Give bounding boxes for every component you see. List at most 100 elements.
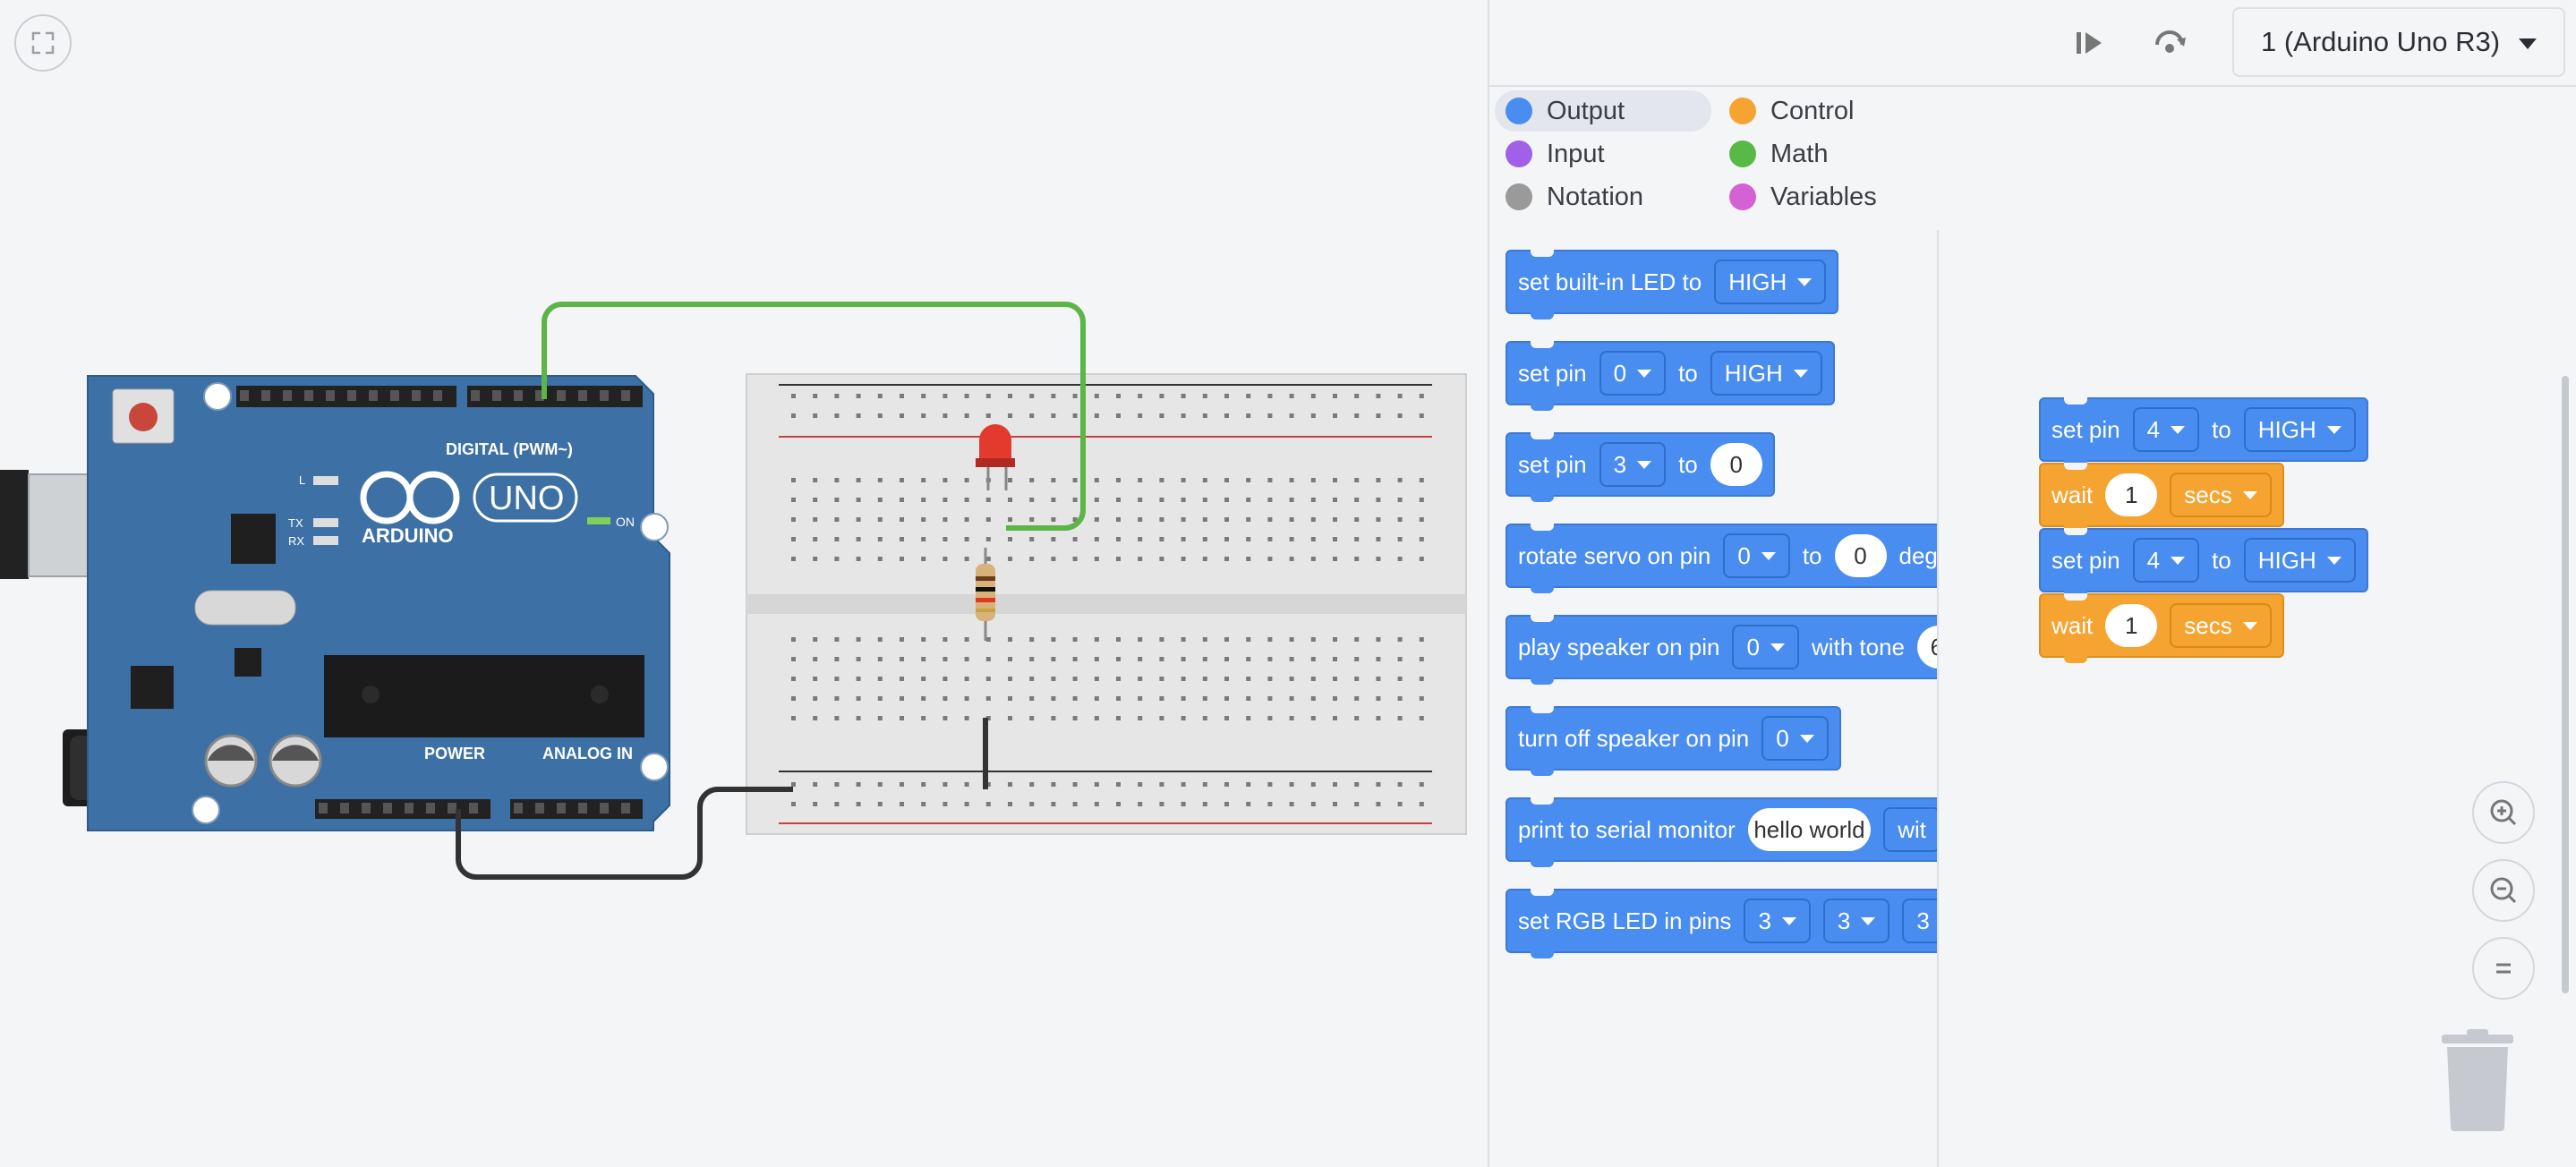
pin-dropdown[interactable]: 0 bbox=[1732, 625, 1799, 669]
block-rotate-servo[interactable]: rotate servo on pin 0 to 0 degr bbox=[1506, 524, 1937, 593]
breadboard-hole bbox=[813, 637, 818, 642]
breadboard-hole bbox=[1159, 413, 1164, 418]
breadboard-hole bbox=[1354, 716, 1360, 720]
breadboard-hole bbox=[877, 677, 883, 681]
unit-dropdown[interactable]: secs bbox=[2170, 603, 2272, 648]
pin-dropdown[interactable]: 3 bbox=[1822, 899, 1890, 943]
dropdown-value: 3 bbox=[1758, 907, 1771, 934]
breadboard[interactable] bbox=[746, 373, 1467, 835]
zoom-in-button[interactable] bbox=[2472, 781, 2535, 844]
breadboard-hole bbox=[1419, 557, 1424, 561]
unit-dropdown[interactable]: secs bbox=[2170, 473, 2272, 517]
block-print-serial[interactable]: print to serial monitor hello world wit bbox=[1506, 797, 1937, 867]
breadboard-hole bbox=[1008, 802, 1012, 806]
pin-dropdown[interactable]: 3 bbox=[1599, 442, 1667, 487]
breadboard-hole bbox=[900, 394, 904, 398]
program-block-wait-2[interactable]: wait 1 secs bbox=[2039, 593, 2284, 663]
breadboard-hole bbox=[1138, 696, 1143, 701]
step-forward-icon[interactable] bbox=[2066, 20, 2112, 66]
breadboard-hole bbox=[1138, 677, 1143, 681]
category-label: Math bbox=[1770, 139, 1829, 168]
program-block-wait-1[interactable]: wait 1 secs bbox=[2039, 463, 2284, 532]
state-dropdown[interactable]: HIGH bbox=[1714, 260, 1827, 304]
header-pin bbox=[557, 803, 566, 813]
restart-icon[interactable] bbox=[2146, 20, 2193, 66]
block-set-pin-state[interactable]: set pin 0 to HIGH bbox=[1506, 341, 1835, 411]
breadboard-hole bbox=[1159, 394, 1164, 398]
newline-dropdown[interactable]: wit bbox=[1883, 807, 1937, 852]
zoom-out-button[interactable] bbox=[2472, 859, 2535, 922]
program-block-set-pin-2[interactable]: set pin 4 to HIGH bbox=[2039, 528, 2368, 598]
block-set-builtin-led[interactable]: set built-in LED to HIGH bbox=[1506, 250, 1839, 319]
breadboard-hole bbox=[1181, 478, 1186, 482]
header-pin bbox=[433, 390, 442, 401]
header-pin bbox=[514, 803, 523, 813]
pin-dropdown[interactable]: 0 bbox=[1599, 351, 1667, 396]
breadboard-hole bbox=[813, 557, 818, 561]
value-input[interactable]: 1 bbox=[2105, 473, 2158, 516]
breadboard-hole bbox=[943, 782, 948, 787]
breadboard-hole bbox=[1159, 677, 1164, 681]
breadboard-hole bbox=[877, 394, 883, 398]
breadboard-hole bbox=[900, 478, 904, 482]
breadboard-hole bbox=[1202, 478, 1207, 482]
breadboard-hole bbox=[921, 537, 926, 541]
block-palette[interactable]: set built-in LED to HIGH set pin 0 to HI… bbox=[1488, 230, 1939, 1167]
block-turn-off-speaker[interactable]: turn off speaker on pin 0 bbox=[1506, 706, 1841, 776]
breadboard-hole bbox=[1159, 557, 1164, 561]
block-set-rgb-led[interactable]: set RGB LED in pins 3 3 3 bbox=[1506, 889, 1937, 958]
category-control[interactable]: Control bbox=[1719, 90, 1915, 132]
circuit-canvas[interactable]: ARDUINO UNO DIGITAL (PWM~) POWER ANALOG … bbox=[0, 0, 1488, 1167]
device-select[interactable]: 1 (Arduino Uno R3) bbox=[2232, 7, 2565, 77]
state-dropdown[interactable]: HIGH bbox=[1710, 351, 1822, 396]
breadboard-hole bbox=[1224, 557, 1229, 561]
value-input[interactable]: 0 bbox=[1710, 443, 1762, 486]
category-output[interactable]: Output bbox=[1495, 90, 1711, 132]
zoom-reset-button[interactable] bbox=[2472, 937, 2535, 1000]
breadboard-hole bbox=[1419, 696, 1424, 701]
breadboard-hole bbox=[921, 677, 926, 681]
breadboard-hole bbox=[834, 394, 840, 398]
breadboard-hole bbox=[813, 802, 818, 806]
breadboard-hole bbox=[834, 498, 840, 502]
pin-dropdown[interactable]: 4 bbox=[2132, 538, 2200, 583]
breadboard-hole bbox=[1029, 802, 1035, 806]
breadboard-hole bbox=[943, 537, 948, 541]
workspace-scrollbar[interactable] bbox=[2562, 376, 2569, 993]
state-dropdown[interactable]: HIGH bbox=[2243, 407, 2356, 452]
breadboard-hole bbox=[1116, 696, 1121, 701]
arduino-uno-board[interactable]: ARDUINO UNO DIGITAL (PWM~) POWER ANALOG … bbox=[87, 375, 670, 831]
pin-dropdown[interactable]: 4 bbox=[2132, 407, 2200, 452]
pin-dropdown[interactable]: 3 bbox=[1902, 899, 1937, 943]
block-play-speaker[interactable]: play speaker on pin 0 with tone 60 bbox=[1506, 615, 1937, 685]
header-pin bbox=[469, 803, 478, 813]
state-dropdown[interactable]: HIGH bbox=[2243, 538, 2356, 583]
digital-label: DIGITAL (PWM~) bbox=[446, 440, 573, 458]
pin-dropdown[interactable]: 3 bbox=[1744, 899, 1811, 943]
category-math[interactable]: Math bbox=[1719, 133, 1915, 175]
breadboard-hole bbox=[1289, 517, 1294, 522]
category-notation[interactable]: Notation bbox=[1495, 176, 1711, 217]
value-input[interactable]: 1 bbox=[2105, 604, 2158, 647]
value-input[interactable]: 60 bbox=[1917, 626, 1937, 669]
breadboard-hole bbox=[1181, 657, 1186, 661]
pin-dropdown[interactable]: 0 bbox=[1761, 716, 1829, 761]
breadboard-hole bbox=[856, 782, 861, 787]
breadboard-hole bbox=[1376, 657, 1381, 661]
value-input[interactable]: 0 bbox=[1834, 534, 1887, 577]
breadboard-hole bbox=[1376, 413, 1381, 418]
breadboard-hole bbox=[1202, 394, 1207, 398]
breadboard-hole bbox=[1310, 537, 1316, 541]
breadboard-hole bbox=[1072, 716, 1078, 720]
block-set-pin-value[interactable]: set pin 3 to 0 bbox=[1506, 432, 1775, 502]
category-variables[interactable]: Variables bbox=[1719, 176, 1915, 217]
breadboard-hole bbox=[877, 696, 883, 701]
breadboard-hole bbox=[1289, 657, 1294, 661]
category-input[interactable]: Input bbox=[1495, 133, 1711, 175]
program-block-set-pin-1[interactable]: set pin 4 to HIGH bbox=[2039, 397, 2368, 467]
breadboard-hole bbox=[813, 716, 818, 720]
pin-dropdown[interactable]: 0 bbox=[1723, 533, 1790, 578]
trash-icon[interactable] bbox=[2440, 1029, 2515, 1131]
header-pin bbox=[283, 390, 292, 401]
value-input[interactable]: hello world bbox=[1747, 808, 1872, 851]
